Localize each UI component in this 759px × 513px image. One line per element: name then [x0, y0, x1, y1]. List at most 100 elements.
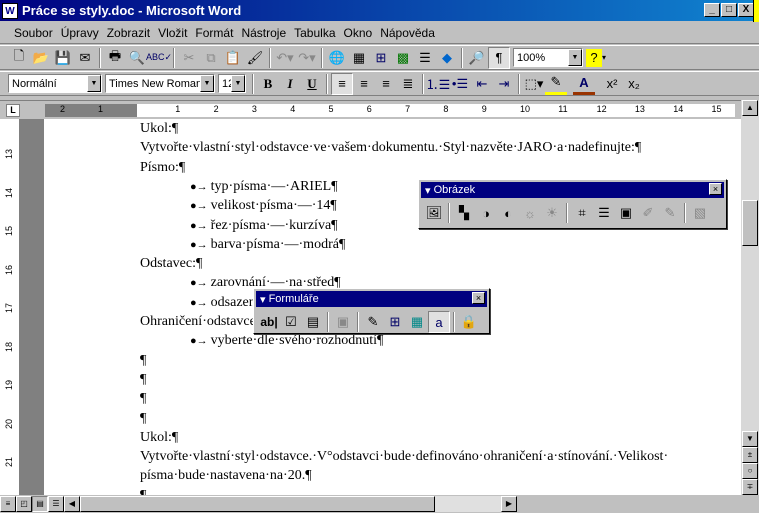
document-line[interactable]: ¶ — [140, 372, 146, 388]
underline-button[interactable]: U — [301, 73, 323, 95]
more-contrast-icon[interactable]: ◑ — [475, 202, 497, 224]
print-preview-icon[interactable]: 🔍 — [126, 47, 148, 69]
redo-icon[interactable]: ↷▾ — [296, 47, 318, 69]
format-painter-icon[interactable]: 🖌 — [244, 47, 266, 69]
style-select[interactable]: Normální ▼ — [8, 74, 102, 93]
web-layout-view-icon[interactable]: ◰ — [16, 496, 32, 512]
more-brightness-icon[interactable]: ☼ — [519, 202, 541, 224]
paste-icon[interactable]: 📋 — [222, 47, 244, 69]
maximize-button[interactable]: □ — [721, 3, 737, 17]
document-line[interactable]: ¶ — [140, 488, 146, 495]
align-right-icon[interactable]: ≡ — [375, 73, 397, 95]
minimize-button[interactable]: _ — [704, 3, 720, 17]
borders-icon[interactable]: ⬚▾ — [523, 73, 545, 95]
subscript-icon[interactable]: x₂ — [623, 73, 645, 95]
chevron-down-icon[interactable]: ▼ — [568, 49, 582, 66]
undo-icon[interactable]: ↶▾ — [274, 47, 296, 69]
bold-button[interactable]: B — [257, 73, 279, 95]
form-field-options-icon[interactable]: ▣ — [332, 311, 354, 333]
tables-borders-icon[interactable]: ▦ — [348, 47, 370, 69]
drop-down-field-icon[interactable]: ▤ — [302, 311, 324, 333]
scroll-left-icon[interactable]: ◀ — [64, 496, 80, 512]
check-box-field-icon[interactable]: ☑ — [280, 311, 302, 333]
reset-picture-icon[interactable]: ▧ — [689, 202, 711, 224]
scroll-up-icon[interactable]: ▲ — [742, 100, 758, 116]
document-line[interactable]: ●→ typ·písma·—·ARIEL¶ — [190, 179, 338, 195]
hyperlink-icon[interactable]: 🌐 — [326, 47, 348, 69]
scroll-thumb[interactable] — [742, 200, 758, 246]
protect-form-icon[interactable]: 🔒 — [458, 311, 480, 333]
document-line[interactable]: Vytvořte·vlastní·styl·odstavce·ve·vašem·… — [140, 140, 641, 156]
tab-selector[interactable]: L — [6, 104, 20, 117]
menu-tabulka[interactable]: Tabulka — [290, 26, 339, 40]
document-line[interactable]: ●→ řez·písma·—·kurzíva¶ — [190, 218, 338, 234]
document-line[interactable]: ¶ — [140, 353, 146, 369]
document-line[interactable]: ¶ — [140, 391, 146, 407]
less-brightness-icon[interactable]: ☀ — [541, 202, 563, 224]
print-icon[interactable]: 🖶 — [104, 47, 126, 69]
image-control-icon[interactable]: ▚ — [453, 202, 475, 224]
new-icon[interactable]: 🗋 — [8, 47, 30, 69]
document-line[interactable]: ●→ vyberte·dle·svého·rozhodnutí¶ — [190, 333, 383, 349]
open-icon[interactable]: 📂 — [30, 47, 52, 69]
insert-picture-icon[interactable]: 🖼 — [423, 202, 445, 224]
word-app-icon[interactable]: W — [2, 2, 18, 19]
superscript-icon[interactable]: x² — [601, 73, 623, 95]
document-line[interactable]: ●→ odsazení — [190, 295, 260, 311]
select-browse-object-icon[interactable]: ○ — [742, 463, 758, 479]
chevron-down-icon[interactable]: ▼ — [87, 75, 101, 92]
font-color-icon[interactable]: A — [573, 73, 595, 95]
menu-napoveda[interactable]: Nápověda — [376, 26, 439, 40]
document-map-icon[interactable]: 🔎 — [466, 47, 488, 69]
cut-icon[interactable]: ✂ — [178, 47, 200, 69]
columns-icon[interactable]: ☰ — [414, 47, 436, 69]
document-line[interactable]: Písmo:¶ — [140, 160, 185, 176]
print-layout-view-icon[interactable]: ▤ — [32, 496, 48, 512]
help-icon[interactable]: ? — [586, 48, 602, 67]
crop-icon[interactable]: ⌗ — [571, 202, 593, 224]
insert-frame-icon[interactable]: ▦ — [406, 311, 428, 333]
previous-page-icon[interactable]: ± — [742, 447, 758, 463]
document-line[interactable]: Ohraničení·odstavce — [140, 314, 256, 330]
menu-vlozit[interactable]: Vložit — [154, 26, 191, 40]
set-transparent-color-icon[interactable]: ✎ — [659, 202, 681, 224]
spelling-icon[interactable]: ABC✓ — [146, 47, 172, 69]
h-scroll-thumb[interactable] — [80, 496, 435, 512]
vertical-scrollbar[interactable]: ▲ ▼ ± ○ ∓ — [741, 100, 759, 495]
email-icon[interactable]: ✉ — [74, 47, 96, 69]
chevron-down-icon[interactable]: ▼ — [200, 75, 214, 92]
insert-excel-icon[interactable]: ▩ — [392, 47, 414, 69]
document-line[interactable]: Ukol:¶ — [140, 121, 178, 137]
menu-nastroje[interactable]: Nástroje — [237, 26, 290, 40]
outline-view-icon[interactable]: ☰ — [48, 496, 64, 512]
align-left-icon[interactable]: ≡ — [331, 72, 353, 95]
form-field-shading-icon[interactable]: a — [428, 311, 450, 333]
line-style-icon[interactable]: ☰ — [593, 202, 615, 224]
increase-indent-icon[interactable]: ⇥ — [493, 73, 515, 95]
justify-icon[interactable]: ≣ — [397, 73, 419, 95]
show-hide-icon[interactable]: ¶ — [488, 46, 510, 69]
menu-okno[interactable]: Okno — [340, 26, 377, 40]
close-button[interactable]: X — [738, 3, 754, 17]
text-form-field-icon[interactable]: ab| — [258, 311, 280, 333]
menu-format[interactable]: Formát — [191, 26, 237, 40]
horizontal-ruler[interactable]: L 2 1 1 2 3 4 5 6 7 8 9 10 11 12 13 14 15 — [0, 100, 741, 119]
document-line[interactable]: Odstavec:¶ — [140, 256, 202, 272]
insert-table-icon[interactable]: ⊞ — [370, 47, 392, 69]
document-line[interactable]: ●→ velikost·písma·—·14¶ — [190, 198, 337, 214]
bullets-icon[interactable]: •☰ — [449, 73, 471, 95]
numbering-icon[interactable]: ⒈☰ — [426, 73, 451, 95]
copy-icon[interactable]: ⧉ — [200, 47, 222, 69]
decrease-indent-icon[interactable]: ⇤ — [471, 73, 493, 95]
drawing-icon[interactable]: ◆ — [436, 47, 458, 69]
font-select[interactable]: Times New Roman ▼ — [105, 74, 215, 93]
document-line[interactable]: ¶ — [140, 411, 146, 427]
less-contrast-icon[interactable]: ◐ — [497, 202, 519, 224]
forms-toolbar[interactable]: ▾ Formuláře × ab| ☑ ▤ ▣ ✎ ⊞ ▦ a 🔒 — [253, 288, 490, 334]
scroll-down-icon[interactable]: ▼ — [742, 431, 758, 447]
document-line[interactable]: písma·bude·nastavena·na·20.¶ — [140, 468, 312, 484]
save-icon[interactable]: 💾 — [52, 47, 74, 69]
normal-view-icon[interactable]: ≡ — [0, 496, 16, 512]
scroll-right-icon[interactable]: ▶ — [501, 496, 517, 512]
menu-zobrazit[interactable]: Zobrazit — [103, 26, 154, 40]
